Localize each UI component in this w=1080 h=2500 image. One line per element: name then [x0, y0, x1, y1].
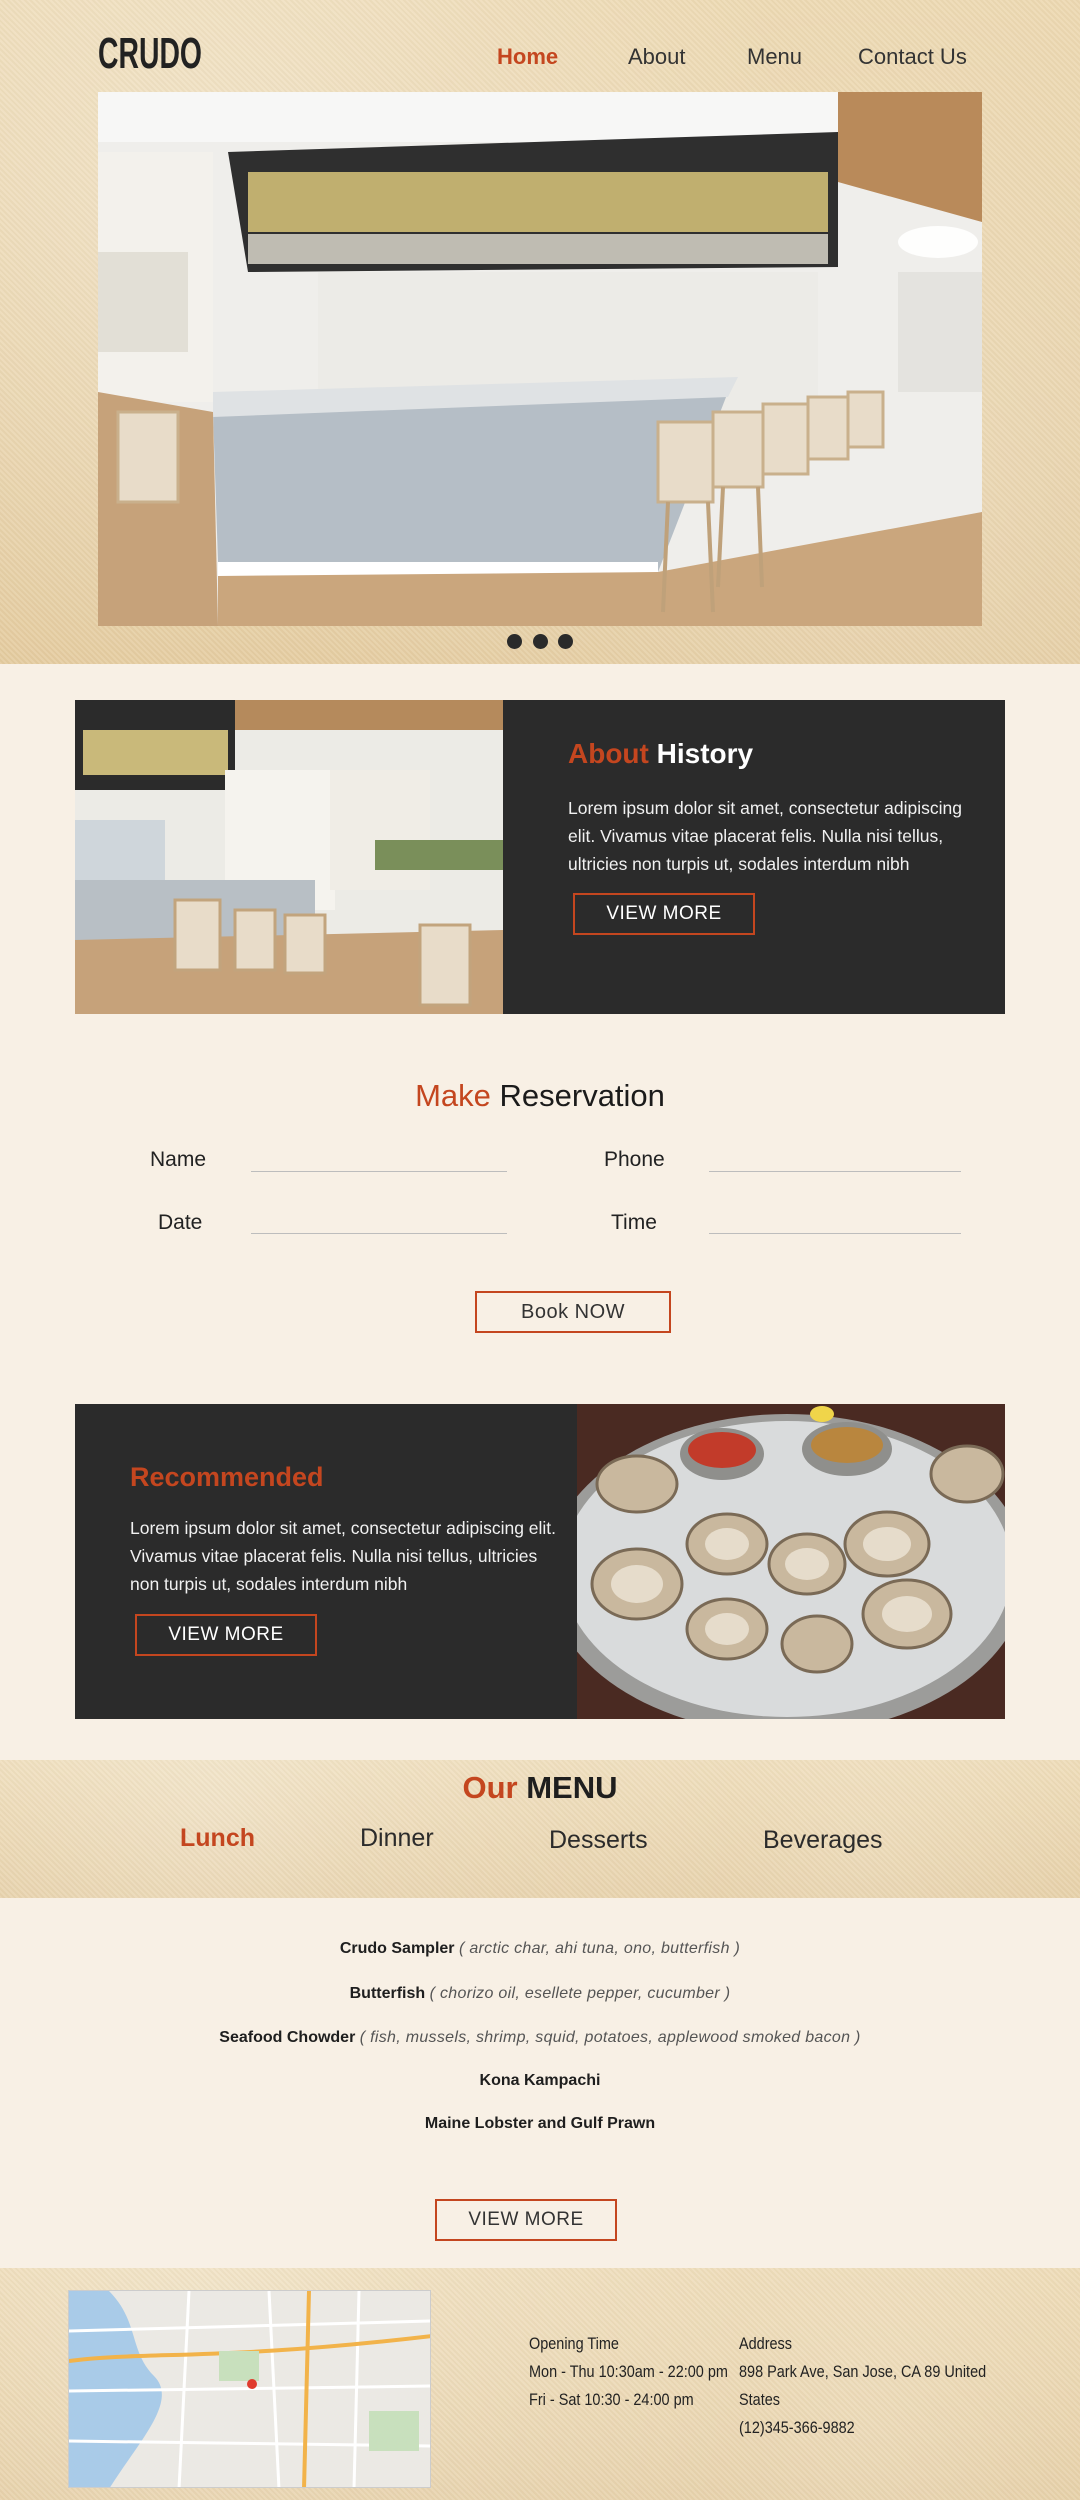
recommended-text: Lorem ipsum dolor sit amet, consectetur …	[130, 1518, 557, 1594]
date-label: Date	[158, 1211, 203, 1234]
name-field[interactable]	[251, 1171, 507, 1172]
about-section: About History Lorem ipsum dolor sit amet…	[75, 700, 1005, 1014]
nav-contact-us[interactable]: Contact Us	[858, 44, 967, 70]
menu-item[interactable]: Crudo Sampler ( arctic char, ahi tuna, o…	[0, 1940, 1080, 1958]
slider-dot[interactable]	[507, 634, 523, 649]
footer: Opening Time Mon - Thu 10:30am - 22:00 p…	[0, 2268, 1080, 2500]
about-view-more-button[interactable]: VIEW MORE	[573, 893, 755, 935]
time-label: Time	[611, 1211, 657, 1234]
phone-field[interactable]	[709, 1171, 961, 1172]
recommended-title: Recommended	[130, 1462, 324, 1492]
book-now-button[interactable]: Book NOW	[475, 1291, 671, 1333]
opening-hours: Opening Time Mon - Thu 10:30am - 22:00 p…	[529, 2334, 728, 2409]
address-block: Address 898 Park Ave, San Jose, CA 89 Un…	[739, 2334, 987, 2437]
time-field[interactable]	[709, 1233, 961, 1234]
about-image	[75, 700, 503, 1014]
crudo-logo[interactable]: CRUDO	[98, 28, 204, 74]
phone-label: Phone	[604, 1148, 665, 1171]
tab-desserts[interactable]: Desserts	[549, 1826, 648, 1855]
reservation-title: Make Reservation	[415, 1078, 665, 1113]
slider-dot[interactable]	[532, 634, 548, 649]
nav-home[interactable]: Home	[497, 44, 558, 70]
slider-dot[interactable]	[557, 634, 573, 649]
nav-about[interactable]: About	[628, 44, 686, 70]
name-label: Name	[150, 1148, 207, 1171]
tab-lunch[interactable]: Lunch	[180, 1824, 255, 1853]
tab-beverages[interactable]: Beverages	[763, 1826, 883, 1855]
slider-indicators	[0, 634, 1080, 654]
menu-item[interactable]: Seafood Chowder ( fish, mussels, shrimp,…	[0, 2029, 1080, 2047]
recommended-section: Recommended Lorem ipsum dolor sit amet, …	[75, 1404, 1005, 1719]
hero-image	[98, 92, 982, 626]
tab-dinner[interactable]: Dinner	[360, 1824, 434, 1853]
header: CRUDO Home About Menu Contact Us	[0, 0, 1080, 664]
menu-view-more-button[interactable]: VIEW MORE	[435, 2199, 617, 2241]
date-field[interactable]	[251, 1233, 507, 1234]
location-map[interactable]	[68, 2290, 431, 2488]
nav-menu[interactable]: Menu	[747, 44, 802, 70]
menu-title: Our MENU	[462, 1770, 618, 1805]
menu-item[interactable]: Maine Lobster and Gulf Prawn	[0, 2115, 1080, 2133]
menu-header-band: Our MENU Lunch Dinner Desserts Beverages	[0, 1760, 1080, 1898]
menu-item[interactable]: Kona Kampachi	[0, 2072, 1080, 2090]
svg-text:CRUDO: CRUDO	[98, 29, 202, 74]
oysters-image	[577, 1404, 1005, 1719]
menu-item[interactable]: Butterfish ( chorizo oil, esellete peppe…	[0, 1985, 1080, 2003]
about-title: About History	[568, 738, 754, 769]
about-text: Lorem ipsum dolor sit amet, consectetur …	[568, 798, 962, 874]
recommended-view-more-button[interactable]: VIEW MORE	[135, 1614, 317, 1656]
